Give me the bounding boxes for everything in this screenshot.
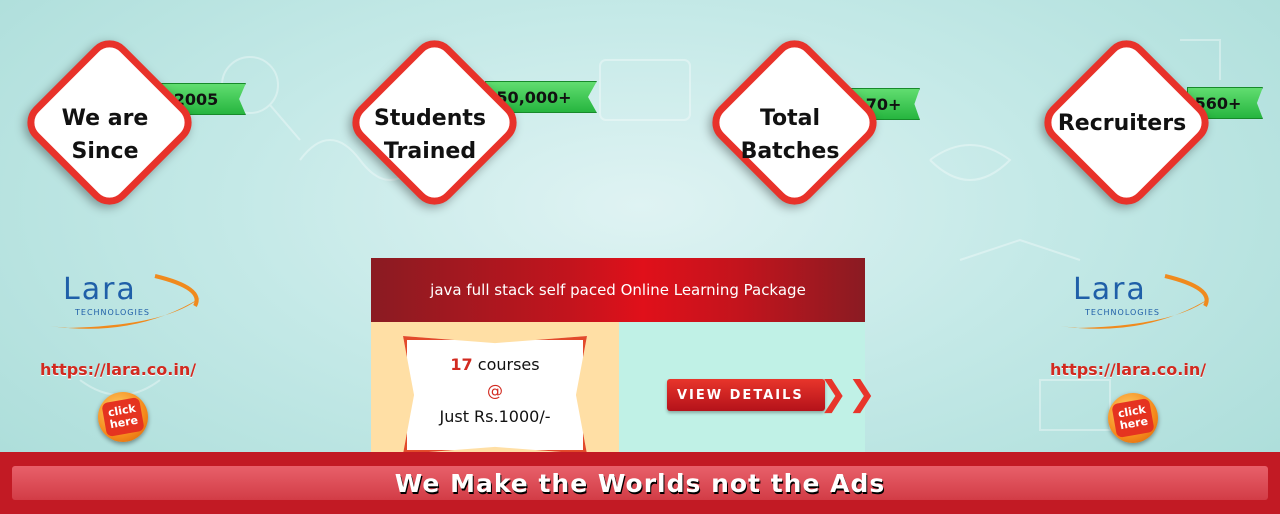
logo-text: Lara	[63, 272, 137, 307]
click-here-label: click here	[1111, 397, 1155, 439]
logo-subtext: TECHNOLOGIES	[1085, 308, 1160, 317]
stat-students-trained: 50,000+ Students Trained	[325, 31, 597, 238]
stat-label: We are Since	[61, 106, 149, 164]
site-url-left[interactable]: https://lara.co.in/	[40, 360, 196, 379]
footer-bar: We Make the Worlds not the Ads	[12, 466, 1268, 500]
footer-banner: We Make the Worlds not the Ads	[0, 452, 1280, 514]
click-here-label: click here	[101, 396, 145, 438]
stat-total-batches: 170+ Total Batches	[685, 31, 945, 238]
stat-label: Students Trained	[374, 106, 486, 164]
package-title: java full stack self paced Online Learni…	[371, 258, 865, 322]
click-here-button-left[interactable]: click here	[98, 392, 148, 442]
courses-count: 17	[450, 355, 473, 374]
footer-tagline: We Make the Worlds not the Ads	[394, 468, 886, 498]
logo-text: Lara	[1073, 272, 1147, 307]
lara-logo-right[interactable]: Lara TECHNOLOGIES	[1055, 268, 1215, 338]
package-panel: java full stack self paced Online Learni…	[371, 258, 876, 458]
at-symbol: @	[487, 381, 503, 400]
click-here-button-right[interactable]: click here	[1108, 393, 1158, 443]
stat-recruiters: 560+ Recruiters	[1017, 31, 1277, 238]
view-details-button[interactable]: VIEW DETAILS	[667, 379, 825, 411]
stat-label: Total Batches	[740, 106, 840, 164]
courses-label: courses	[477, 355, 540, 374]
logo-subtext: TECHNOLOGIES	[75, 308, 150, 317]
price-text: Just Rs.1000/-	[439, 407, 551, 426]
offer-badge: 17 courses @ Just Rs.1000/-	[403, 336, 587, 454]
stat-since: 2005 We are Since	[0, 31, 260, 238]
chevron-right-icon[interactable]: ❯❯	[819, 376, 876, 412]
site-url-right[interactable]: https://lara.co.in/	[1050, 360, 1206, 379]
package-offer-area: 17 courses @ Just Rs.1000/-	[371, 322, 619, 458]
lara-logo-left[interactable]: Lara TECHNOLOGIES	[45, 268, 205, 338]
offer-text: 17 courses @ Just Rs.1000/-	[407, 352, 583, 430]
stat-label: Recruiters	[1057, 110, 1187, 136]
